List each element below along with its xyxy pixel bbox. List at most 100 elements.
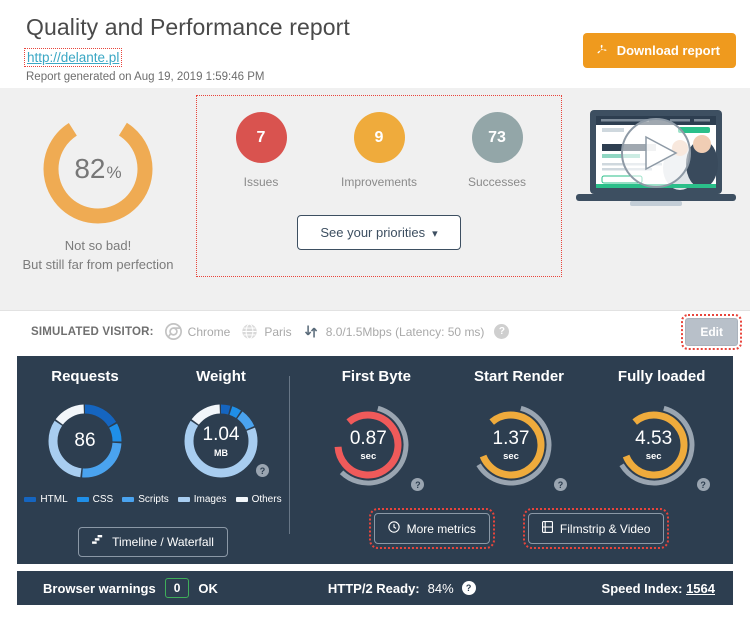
weight-center: 1.04 MB bbox=[179, 399, 263, 483]
legend-swatch-css bbox=[76, 497, 89, 502]
panel-divider bbox=[289, 376, 290, 534]
download-report-button[interactable]: Download report bbox=[582, 33, 736, 68]
http2-ready-group: HTTP/2 Ready: 84% ? bbox=[328, 581, 476, 596]
browser-warnings-label: Browser warnings bbox=[43, 580, 156, 596]
start-render-value: 1.37 bbox=[492, 428, 530, 449]
more-metrics-button[interactable]: More metrics bbox=[368, 508, 495, 549]
visitor-connection: 8.0/1.5Mbps (Latency: 50 ms) bbox=[303, 323, 485, 340]
start-render-unit: sec bbox=[503, 451, 519, 462]
http2-ready-value: 84% bbox=[427, 580, 454, 596]
resource-donuts: 86 1.04 MB ? bbox=[17, 399, 289, 483]
legend-label-others: Others bbox=[251, 494, 282, 505]
start-render-gauge: 1.37 sec ? bbox=[469, 395, 569, 495]
timeline-waterfall-label: Timeline / Waterfall bbox=[112, 535, 214, 549]
speed-index-label: Speed Index: bbox=[601, 580, 683, 596]
score-unit: % bbox=[106, 162, 122, 182]
score-donut-chart: 82% bbox=[39, 110, 157, 228]
metric-circles: 7 Issues 9 Improvements 73 Successes bbox=[197, 112, 561, 189]
visitor-browser: Chrome bbox=[164, 323, 231, 340]
filmstrip-video-label: Filmstrip & Video bbox=[559, 521, 651, 536]
timing-column-titles: First Byte Start Render Fully loaded bbox=[305, 368, 733, 385]
fully-loaded-unit: sec bbox=[645, 451, 662, 462]
metric-improvements[interactable]: 9 Improvements bbox=[335, 112, 423, 189]
http2-help-icon[interactable]: ? bbox=[461, 581, 476, 595]
play-button-icon bbox=[621, 118, 691, 188]
metric-issues-circle: 7 bbox=[235, 112, 287, 163]
first-byte-value: 0.87 bbox=[349, 428, 387, 449]
legend-label-html: HTML bbox=[40, 494, 68, 505]
column-title-start-render: Start Render bbox=[473, 368, 565, 385]
score-value: 82 bbox=[74, 153, 106, 184]
legend-label-images: Images bbox=[193, 494, 227, 505]
metric-successes-value: 73 bbox=[488, 128, 506, 146]
site-preview-block[interactable] bbox=[562, 88, 750, 216]
requests-center: 86 bbox=[43, 399, 127, 483]
visitor-connection-label: 8.0/1.5Mbps (Latency: 50 ms) bbox=[325, 324, 485, 339]
weight-donut-cell: 1.04 MB ? bbox=[153, 399, 289, 483]
requests-donut-chart: 86 bbox=[43, 399, 127, 483]
fully-loaded-value: 4.53 bbox=[635, 428, 673, 449]
column-title-first-byte: First Byte bbox=[341, 368, 411, 385]
legend-label-scripts: Scripts bbox=[138, 494, 169, 505]
filmstrip-video-button[interactable]: Filmstrip & Video bbox=[522, 508, 670, 549]
legend-label-css: CSS bbox=[92, 494, 114, 505]
score-caption: Not so bad! But still far from perfectio… bbox=[0, 237, 196, 275]
column-title-requests: Requests bbox=[51, 368, 119, 385]
download-report-label: Download report bbox=[616, 43, 720, 58]
visitor-browser-label: Chrome bbox=[187, 324, 231, 339]
metric-issues[interactable]: 7 Issues bbox=[217, 112, 305, 189]
edit-visitor-button[interactable]: Edit bbox=[681, 314, 742, 350]
score-caption-line1: Not so bad! bbox=[64, 238, 132, 253]
fully-loaded-center: 4.53 sec bbox=[612, 395, 696, 495]
laptop-thumbnail bbox=[576, 110, 736, 206]
speed-index-value: 1564 bbox=[686, 580, 715, 596]
score-caption-line2: But still far from perfection bbox=[22, 256, 174, 272]
metric-issues-label: Issues bbox=[243, 175, 279, 189]
first-byte-gauge: 0.87 sec ? bbox=[326, 395, 426, 495]
pdf-icon bbox=[597, 43, 610, 58]
resource-legend: HTML CSS Scripts Images Others bbox=[17, 494, 289, 505]
metric-successes-circle: 73 bbox=[471, 112, 523, 163]
legend-swatch-scripts bbox=[122, 497, 135, 502]
metrics-highlight-box: 7 Issues 9 Improvements 73 Successes See… bbox=[196, 95, 562, 277]
status-bottom-bar: Browser warnings 0 OK HTTP/2 Ready: 84% … bbox=[17, 571, 733, 605]
legend-swatch-others bbox=[235, 497, 248, 502]
film-icon bbox=[541, 521, 553, 536]
resource-column-titles: Requests Weight bbox=[17, 368, 289, 385]
summary-band: 82% Not so bad! But still far from perfe… bbox=[0, 88, 750, 310]
weight-donut-chart: 1.04 MB ? bbox=[179, 399, 269, 483]
gauge-cell-first-byte: 0.87 sec ? bbox=[305, 395, 448, 495]
visitor-location-label: Paris bbox=[264, 324, 292, 339]
start-render-help-icon[interactable]: ? bbox=[554, 478, 567, 491]
column-title-weight: Weight bbox=[196, 368, 246, 385]
simulated-visitor-bar: SIMULATED VISITOR: Chrome Paris 8.0/1.5M… bbox=[0, 310, 750, 352]
clock-icon bbox=[387, 521, 400, 536]
see-priorities-button[interactable]: See your priorities ▾ bbox=[297, 215, 461, 250]
visitor-location: Paris bbox=[241, 323, 292, 340]
requests-donut-cell: 86 bbox=[17, 399, 153, 483]
waterfall-chart-icon bbox=[92, 535, 105, 549]
visitor-help-icon[interactable]: ? bbox=[494, 324, 510, 339]
requests-value: 86 bbox=[74, 430, 96, 451]
fully-loaded-help-icon[interactable]: ? bbox=[696, 478, 710, 491]
report-header: Quality and Performance report http://de… bbox=[0, 0, 750, 88]
weight-help-icon[interactable]: ? bbox=[256, 464, 269, 477]
site-url-link[interactable]: http://delante.pl bbox=[24, 48, 123, 67]
metric-successes[interactable]: 73 Successes bbox=[453, 112, 541, 189]
browser-warnings-count: 0 bbox=[164, 578, 190, 598]
timeline-waterfall-button[interactable]: Timeline / Waterfall bbox=[78, 527, 228, 557]
globe-icon bbox=[241, 323, 258, 340]
legend-item-others: Others bbox=[235, 494, 282, 505]
updown-arrows-icon bbox=[303, 323, 320, 340]
fully-loaded-gauge: 4.53 sec ? bbox=[612, 395, 712, 495]
browser-warnings-status: OK bbox=[198, 580, 218, 596]
chrome-icon bbox=[164, 323, 182, 340]
metric-successes-label: Successes bbox=[467, 175, 527, 189]
legend-item-scripts: Scripts bbox=[122, 494, 169, 505]
resource-section: Requests Weight 86 1.04 MB ? HTML CSS Sc… bbox=[17, 368, 289, 564]
chevron-down-icon: ▾ bbox=[432, 228, 438, 240]
see-priorities-label: See your priorities bbox=[320, 225, 426, 240]
metric-improvements-circle: 9 bbox=[353, 112, 405, 163]
edit-button-label: Edit bbox=[700, 325, 723, 339]
speed-index-group: Speed Index: 1564 bbox=[602, 581, 715, 596]
